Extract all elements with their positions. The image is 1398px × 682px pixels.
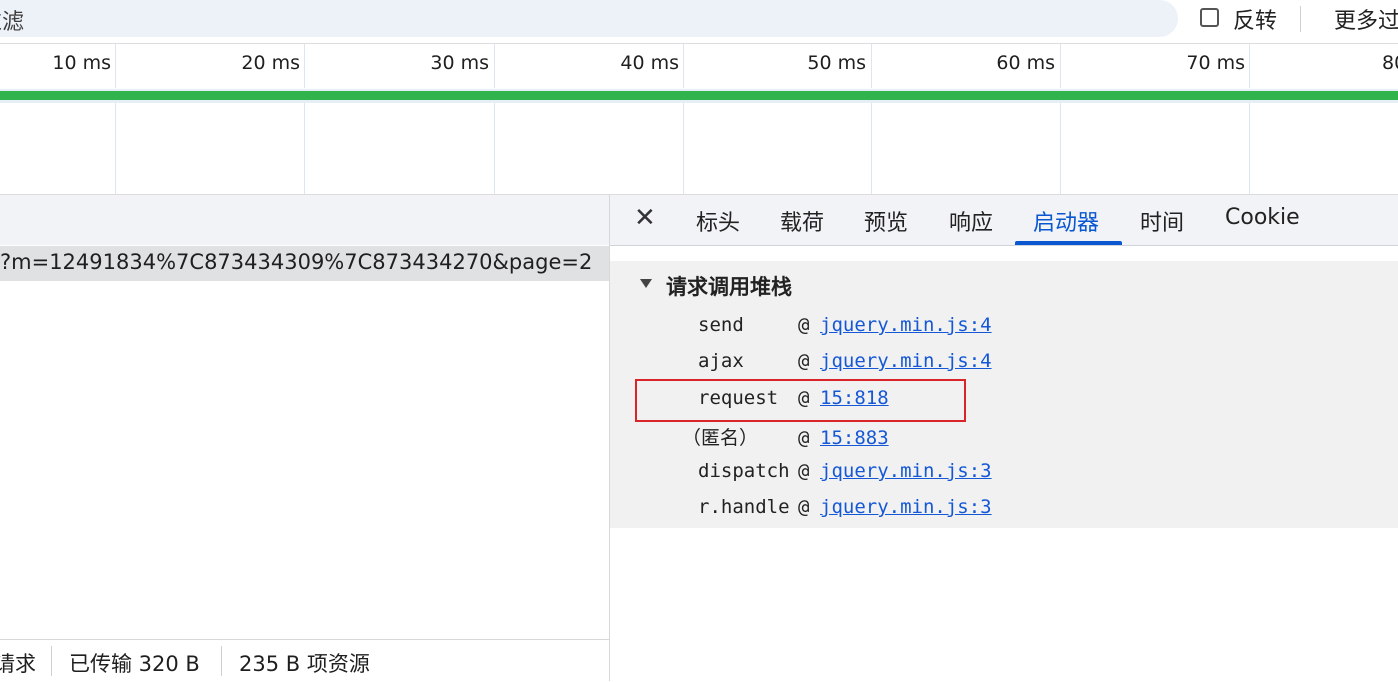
stack-frame: dispatch @ jquery.min.js:3 bbox=[698, 460, 992, 482]
frame-function: dispatch bbox=[698, 460, 790, 482]
detail-tab-bar: ✕ 标头 载荷 预览 响应 启动器 时间 Cookie bbox=[610, 195, 1398, 246]
status-resources: 235 B 项资源 bbox=[239, 652, 370, 676]
frame-at: @ bbox=[798, 314, 810, 336]
tick-line bbox=[683, 44, 684, 88]
grid-line bbox=[871, 103, 872, 194]
tick-label: 50 ms bbox=[807, 52, 866, 74]
frame-function: ajax bbox=[698, 350, 744, 372]
collapse-triangle-icon[interactable] bbox=[640, 279, 652, 288]
stack-frame: send @ jquery.min.js:4 bbox=[698, 314, 992, 336]
tick-line bbox=[871, 44, 872, 88]
filter-placeholder: 过滤 bbox=[0, 10, 25, 35]
tick-label: 40 ms bbox=[620, 52, 679, 74]
request-timing-bar bbox=[0, 91, 1398, 100]
frame-source-link[interactable]: jquery.min.js:3 bbox=[820, 496, 992, 518]
tab-headers[interactable]: 标头 bbox=[696, 205, 740, 237]
tab-cookies[interactable]: Cookie bbox=[1225, 205, 1300, 230]
frame-function: r.handle bbox=[698, 496, 790, 518]
request-url: ?m=12491834%7C873434309%7C873434270&page… bbox=[0, 250, 593, 274]
request-list: ?m=12491834%7C873434309%7C873434270&page… bbox=[0, 195, 610, 682]
tick-label: 80 bbox=[1382, 52, 1398, 74]
tab-preview[interactable]: 预览 bbox=[864, 205, 908, 237]
tick-line bbox=[1249, 44, 1250, 88]
status-transferred: 已传输 320 B bbox=[69, 652, 200, 676]
invert-label[interactable]: 反转 bbox=[1233, 3, 1277, 35]
grid-line bbox=[1249, 103, 1250, 194]
frame-source-link[interactable]: jquery.min.js:4 bbox=[820, 350, 992, 372]
stack-frame: （匿名） @15:883 bbox=[682, 423, 889, 450]
tab-response[interactable]: 响应 bbox=[949, 205, 993, 237]
tick-label: 30 ms bbox=[430, 52, 489, 74]
status-bar: 请求 已传输 320 B 235 B 项资源 bbox=[0, 639, 609, 682]
request-call-stack: 请求调用堆栈 send @ jquery.min.js:4 ajax @ jquery.… bbox=[610, 261, 1398, 528]
grid-line bbox=[304, 103, 305, 194]
filter-input[interactable]: 过滤 bbox=[0, 0, 1178, 37]
frame-at: @ bbox=[798, 350, 810, 372]
frame-source-link[interactable]: jquery.min.js:3 bbox=[820, 460, 992, 482]
frame-at: @ bbox=[798, 460, 810, 482]
invert-checkbox[interactable] bbox=[1200, 8, 1219, 27]
tab-payload[interactable]: 载荷 bbox=[780, 205, 824, 237]
stack-frame: r.handle @ jquery.min.js:3 bbox=[698, 496, 992, 518]
status-requests: 请求 bbox=[0, 652, 36, 676]
timeline-overview[interactable] bbox=[0, 103, 1398, 195]
grid-line bbox=[494, 103, 495, 194]
toolbar-divider bbox=[1300, 6, 1301, 32]
tick-label: 20 ms bbox=[241, 52, 300, 74]
tick-label: 70 ms bbox=[1186, 52, 1245, 74]
tick-line bbox=[304, 44, 305, 88]
call-stack-title[interactable]: 请求调用堆栈 bbox=[666, 271, 792, 301]
tick-line bbox=[115, 44, 116, 88]
tab-initiator[interactable]: 启动器 bbox=[1033, 205, 1099, 237]
grid-line bbox=[683, 103, 684, 194]
frame-source-link[interactable]: 15:883 bbox=[820, 427, 889, 449]
filter-bar: 过滤 反转 更多过 bbox=[0, 0, 1398, 40]
frame-function: send bbox=[698, 314, 744, 336]
status-divider bbox=[51, 646, 52, 676]
active-tab-indicator bbox=[1015, 241, 1122, 245]
tick-line bbox=[494, 44, 495, 88]
grid-line bbox=[115, 103, 116, 194]
request-list-header bbox=[0, 195, 609, 245]
frame-function: （匿名） bbox=[682, 427, 759, 449]
tab-timing[interactable]: 时间 bbox=[1140, 205, 1184, 237]
highlight-annotation-box bbox=[635, 379, 966, 422]
frame-source-link[interactable]: jquery.min.js:4 bbox=[820, 314, 992, 336]
frame-at: @ bbox=[798, 496, 810, 518]
more-filters-button[interactable]: 更多过 bbox=[1334, 3, 1398, 35]
frame-at: @ bbox=[798, 427, 810, 449]
tick-label: 10 ms bbox=[52, 52, 111, 74]
request-row[interactable]: ?m=12491834%7C873434309%7C873434270&page… bbox=[0, 246, 609, 281]
stack-frame: ajax @ jquery.min.js:4 bbox=[698, 350, 992, 372]
grid-line bbox=[1060, 103, 1061, 194]
close-icon[interactable]: ✕ bbox=[634, 203, 656, 233]
status-divider bbox=[221, 646, 222, 676]
request-detail-pane: ✕ 标头 载荷 预览 响应 启动器 时间 Cookie 请求调用堆栈 send @… bbox=[610, 195, 1398, 681]
tick-label: 60 ms bbox=[996, 52, 1055, 74]
tick-line bbox=[1060, 44, 1061, 88]
timeline-ruler: 10 ms 20 ms 30 ms 40 ms 50 ms 60 ms 70 m… bbox=[0, 43, 1398, 88]
